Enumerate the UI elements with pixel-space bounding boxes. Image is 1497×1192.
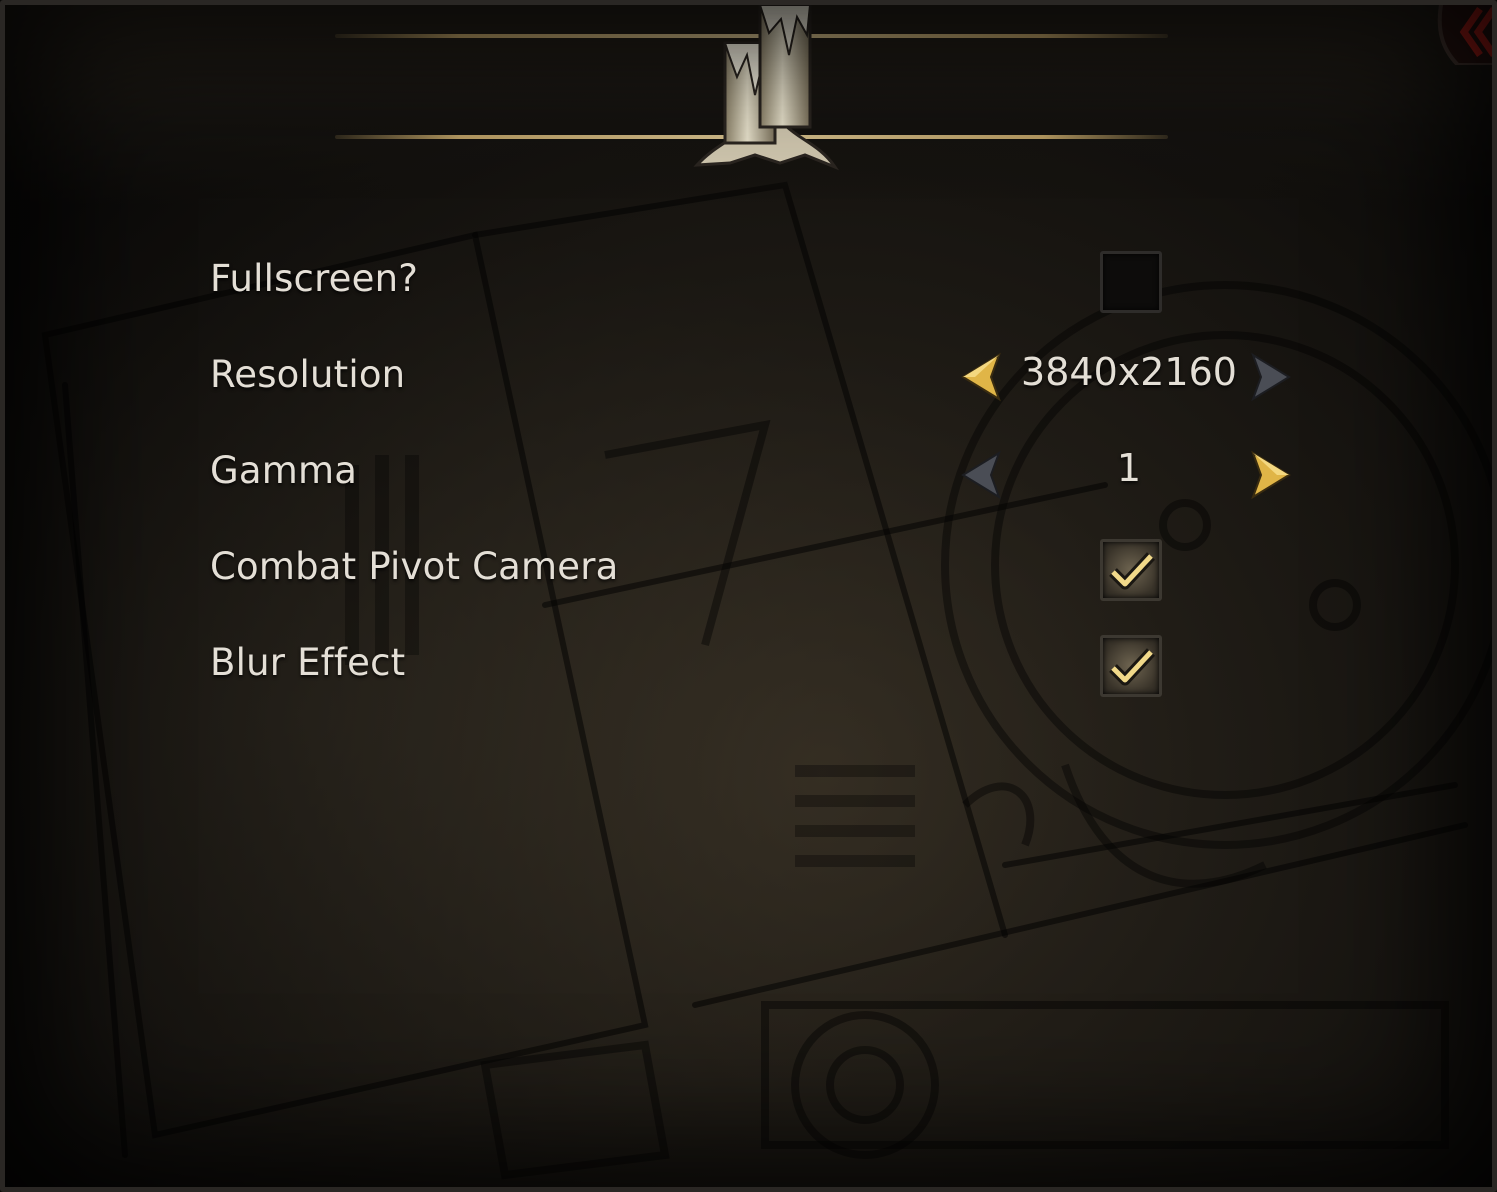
- blur-effect-checkbox[interactable]: [1100, 635, 1162, 697]
- checkmark-icon: [1109, 648, 1156, 686]
- settings-panel: Fullscreen? Resolution 3840x2160 Gamma 1…: [0, 0, 1497, 1192]
- close-chevron-icon[interactable]: [1428, 0, 1497, 65]
- combat-pivot-camera-checkbox[interactable]: [1100, 539, 1162, 601]
- resolution-value: 3840x2160: [1021, 350, 1237, 394]
- gamma-prev-arrow-left-icon[interactable]: [955, 449, 1007, 501]
- candle-ornament-icon: [693, 5, 840, 171]
- resolution-next-arrow-right-icon[interactable]: [1245, 351, 1297, 403]
- resolution-prev-arrow-left-icon[interactable]: [955, 351, 1007, 403]
- resolution-label: Resolution: [210, 353, 406, 396]
- blur-effect-label: Blur Effect: [210, 641, 406, 684]
- checkmark-icon: [1109, 552, 1156, 590]
- gamma-value: 1: [1116, 446, 1142, 490]
- gamma-next-arrow-right-icon[interactable]: [1245, 449, 1297, 501]
- combat-pivot-camera-label: Combat Pivot Camera: [210, 545, 619, 588]
- fullscreen-checkbox[interactable]: [1100, 251, 1162, 313]
- fullscreen-label: Fullscreen?: [210, 257, 419, 300]
- gamma-label: Gamma: [210, 449, 358, 492]
